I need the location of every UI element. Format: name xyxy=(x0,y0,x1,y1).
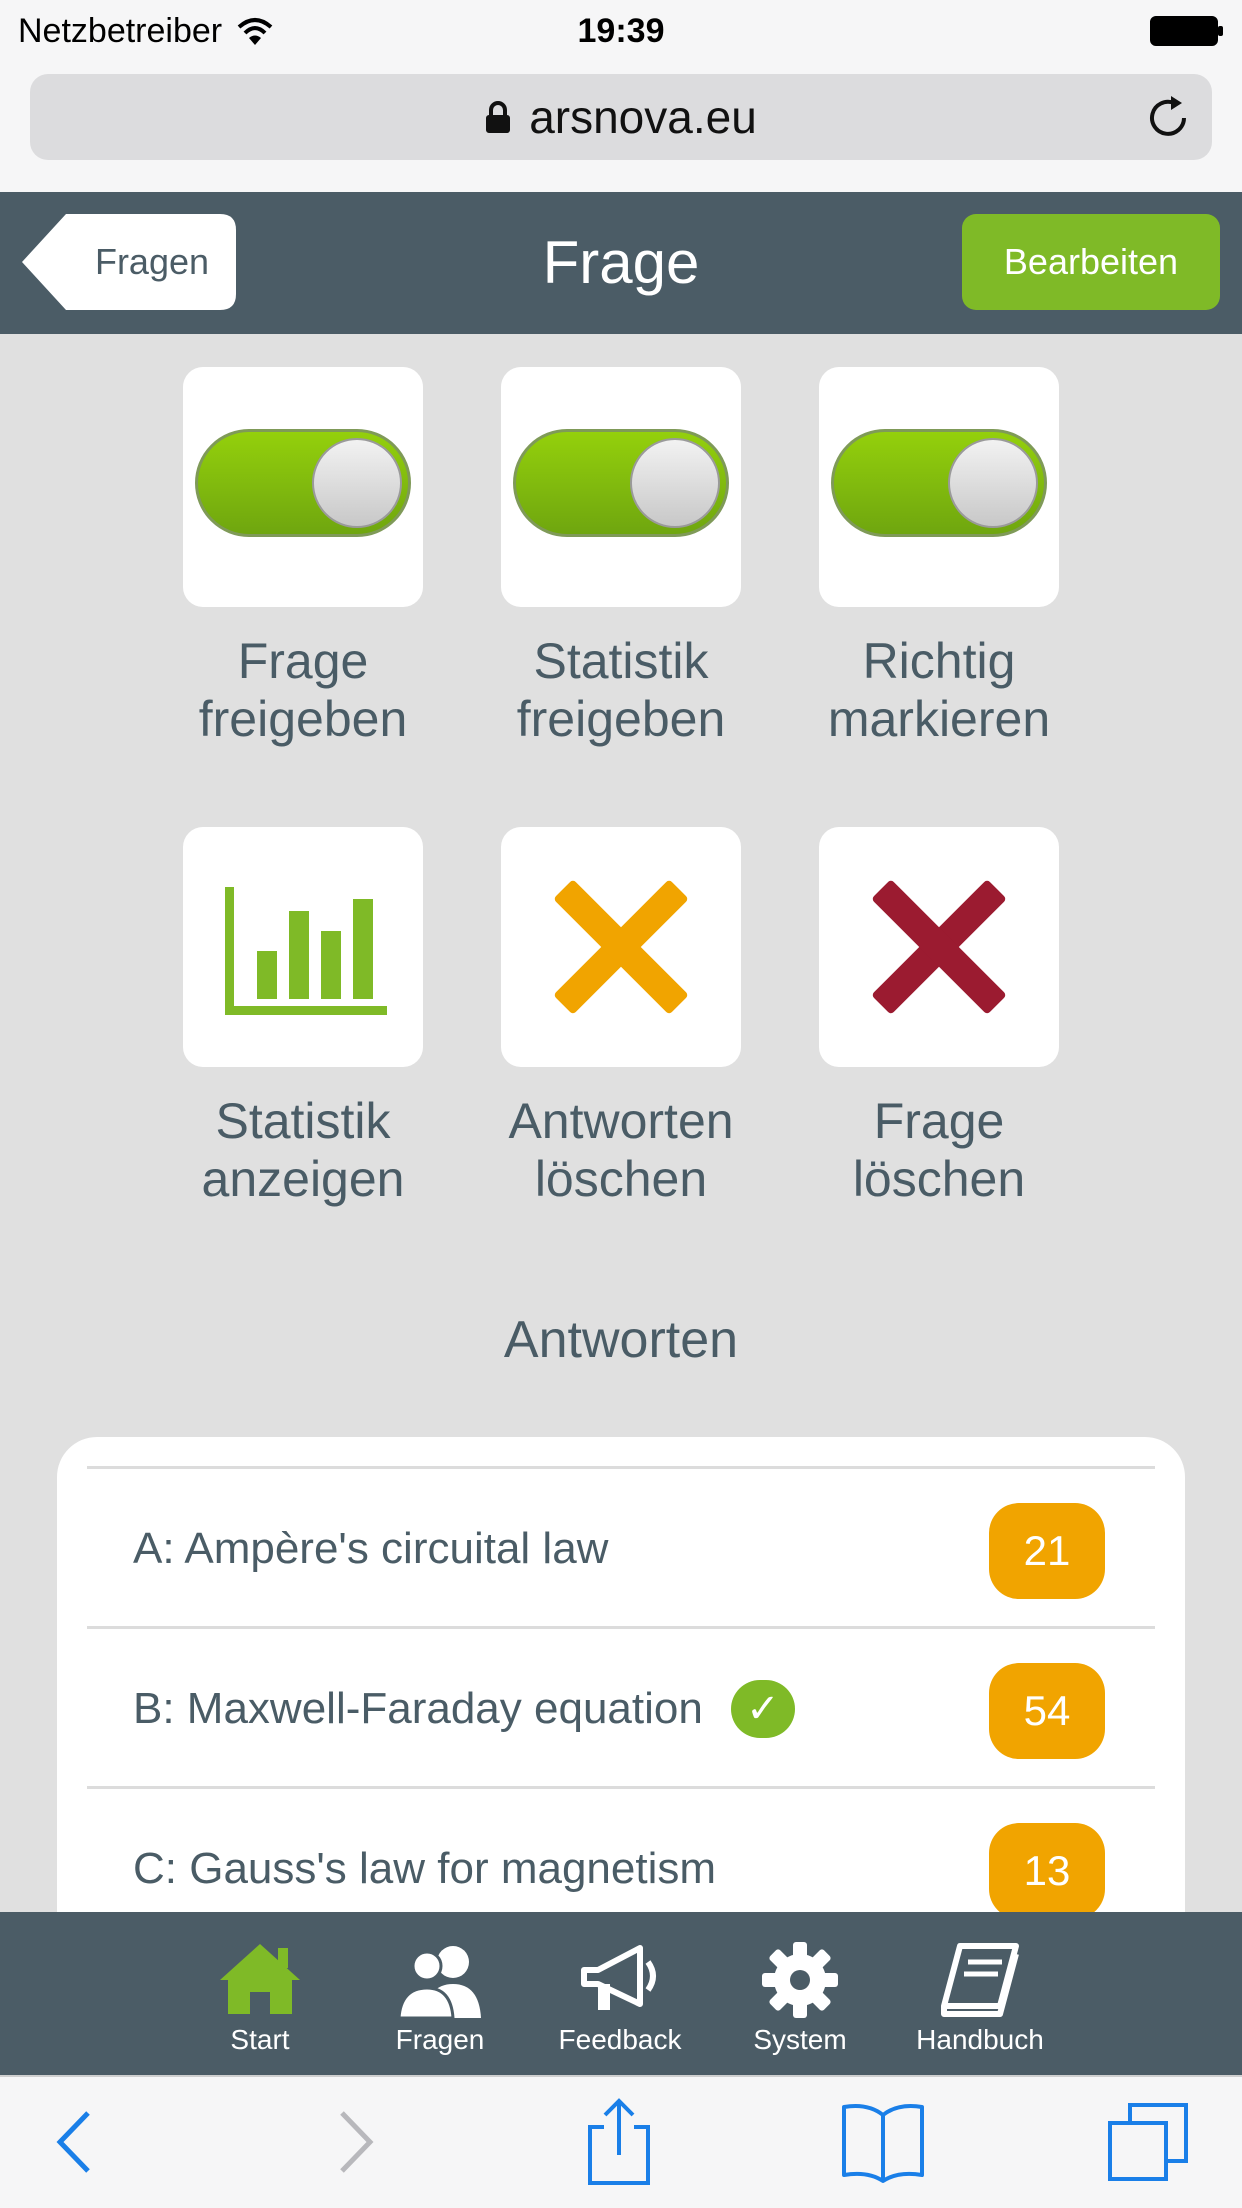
show-statistics-button[interactable] xyxy=(183,827,423,1067)
toggle-knob xyxy=(630,438,720,528)
answer-text: A: Ampère's circuital law xyxy=(133,1524,609,1573)
tab-label: System xyxy=(753,2024,847,2055)
bar-chart-icon xyxy=(225,887,387,1015)
delete-answers-button[interactable] xyxy=(501,827,741,1067)
book-icon xyxy=(941,1943,1019,2017)
address-bar[interactable]: arsnova.eu xyxy=(30,74,1212,160)
answer-row-b[interactable]: B: Maxwell-Faraday equation ✓ 54 xyxy=(87,1626,1155,1786)
tab-label: Start xyxy=(230,2024,290,2055)
answers-title: Antworten xyxy=(503,1311,739,1369)
tab-system[interactable]: System xyxy=(710,1912,890,2075)
delete-question-button[interactable] xyxy=(819,827,1059,1067)
release-statistics-label: Statistik freigeben xyxy=(516,633,726,747)
app-header: Fragen Frage Bearbeiten xyxy=(0,192,1242,334)
mark-correct-label: Richtig markieren xyxy=(827,633,1051,747)
app-tab-bar: Start Fragen Feedback System Handbuch xyxy=(0,1912,1242,2075)
lock-icon xyxy=(486,101,511,133)
delete-question-icon xyxy=(872,880,1006,1014)
answer-count-badge: 21 xyxy=(989,1503,1105,1599)
release-statistics-toggle[interactable] xyxy=(513,429,729,537)
browser-toolbar xyxy=(0,2075,1242,2208)
toggle-knob xyxy=(948,438,1038,528)
edit-button[interactable]: Bearbeiten xyxy=(962,214,1220,310)
delete-answers-label: Antworten löschen xyxy=(508,1093,734,1207)
tab-fragen[interactable]: Fragen xyxy=(350,1912,530,2075)
users-icon xyxy=(397,1946,481,2020)
release-question-toggle-tile[interactable] xyxy=(183,367,423,607)
toggle-knob xyxy=(312,438,402,528)
status-bar: Netzbetreiber 19:39 xyxy=(0,0,1242,62)
status-time: 19:39 xyxy=(577,12,665,50)
bookmarks-icon[interactable] xyxy=(838,2097,928,2187)
megaphone-icon xyxy=(581,1945,656,2010)
tab-label: Feedback xyxy=(558,2024,682,2055)
correct-check-icon: ✓ xyxy=(730,1680,795,1738)
share-icon[interactable] xyxy=(574,2097,664,2187)
tab-feedback[interactable]: Feedback xyxy=(530,1912,710,2075)
mark-correct-toggle-tile[interactable] xyxy=(819,367,1059,607)
url-text: arsnova.eu xyxy=(529,91,757,143)
delete-question-label: Frage löschen xyxy=(852,1093,1026,1207)
show-statistics-label: Statistik anzeigen xyxy=(201,1093,405,1207)
home-icon xyxy=(220,1944,300,2014)
tabs-icon[interactable] xyxy=(1104,2097,1194,2187)
release-question-toggle[interactable] xyxy=(195,429,411,537)
answer-count-badge: 54 xyxy=(989,1663,1105,1759)
browser-back-icon[interactable] xyxy=(32,2097,122,2187)
browser-forward-icon[interactable] xyxy=(308,2097,398,2187)
release-question-label: Frage freigeben xyxy=(198,633,408,747)
answer-count-badge: 13 xyxy=(989,1823,1105,1919)
gear-icon xyxy=(762,1942,838,2018)
release-statistics-toggle-tile[interactable] xyxy=(501,367,741,607)
battery-icon xyxy=(1150,16,1223,46)
delete-answers-icon xyxy=(554,880,688,1014)
browser-address-area: arsnova.eu xyxy=(0,62,1242,192)
reload-icon[interactable] xyxy=(1144,94,1192,142)
tab-handbuch[interactable]: Handbuch xyxy=(890,1912,1070,2075)
mark-correct-toggle[interactable] xyxy=(831,429,1047,537)
tab-start[interactable]: Start xyxy=(170,1912,350,2075)
tab-label: Handbuch xyxy=(916,2024,1044,2055)
answer-row-a[interactable]: A: Ampère's circuital law 21 xyxy=(87,1466,1155,1626)
tab-label: Fragen xyxy=(395,2024,485,2055)
answer-text: B: Maxwell-Faraday equation xyxy=(133,1684,703,1733)
